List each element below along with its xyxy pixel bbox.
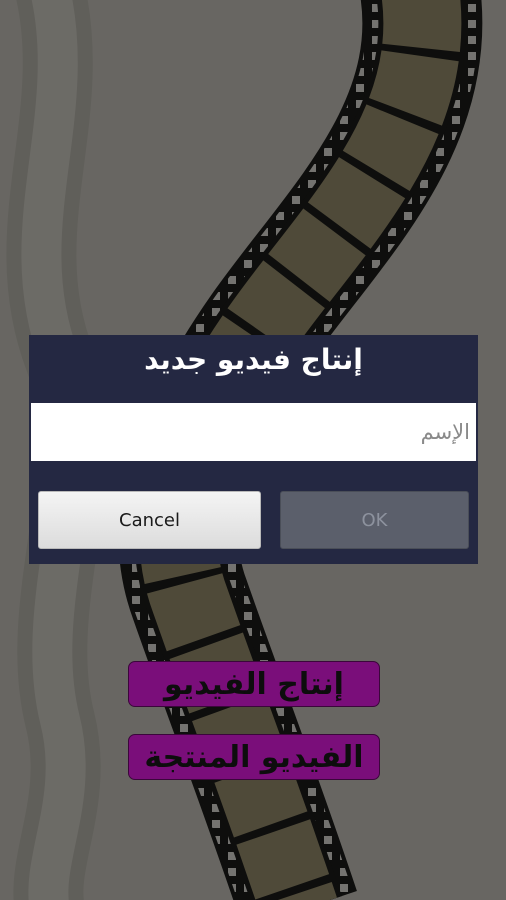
new-video-dialog: إنتاج فيديو جديد Cancel OK bbox=[29, 335, 478, 564]
cancel-button[interactable]: Cancel bbox=[38, 491, 261, 549]
produced-videos-label: الفيديو المنتجة bbox=[144, 740, 364, 775]
create-video-button[interactable]: إنتاج الفيديو bbox=[128, 661, 380, 707]
create-video-label: إنتاج الفيديو bbox=[164, 667, 344, 702]
dialog-title: إنتاج فيديو جديد bbox=[144, 343, 363, 376]
produced-videos-button[interactable]: الفيديو المنتجة bbox=[128, 734, 380, 780]
ok-button[interactable]: OK bbox=[280, 491, 469, 549]
video-name-input[interactable] bbox=[31, 403, 476, 461]
